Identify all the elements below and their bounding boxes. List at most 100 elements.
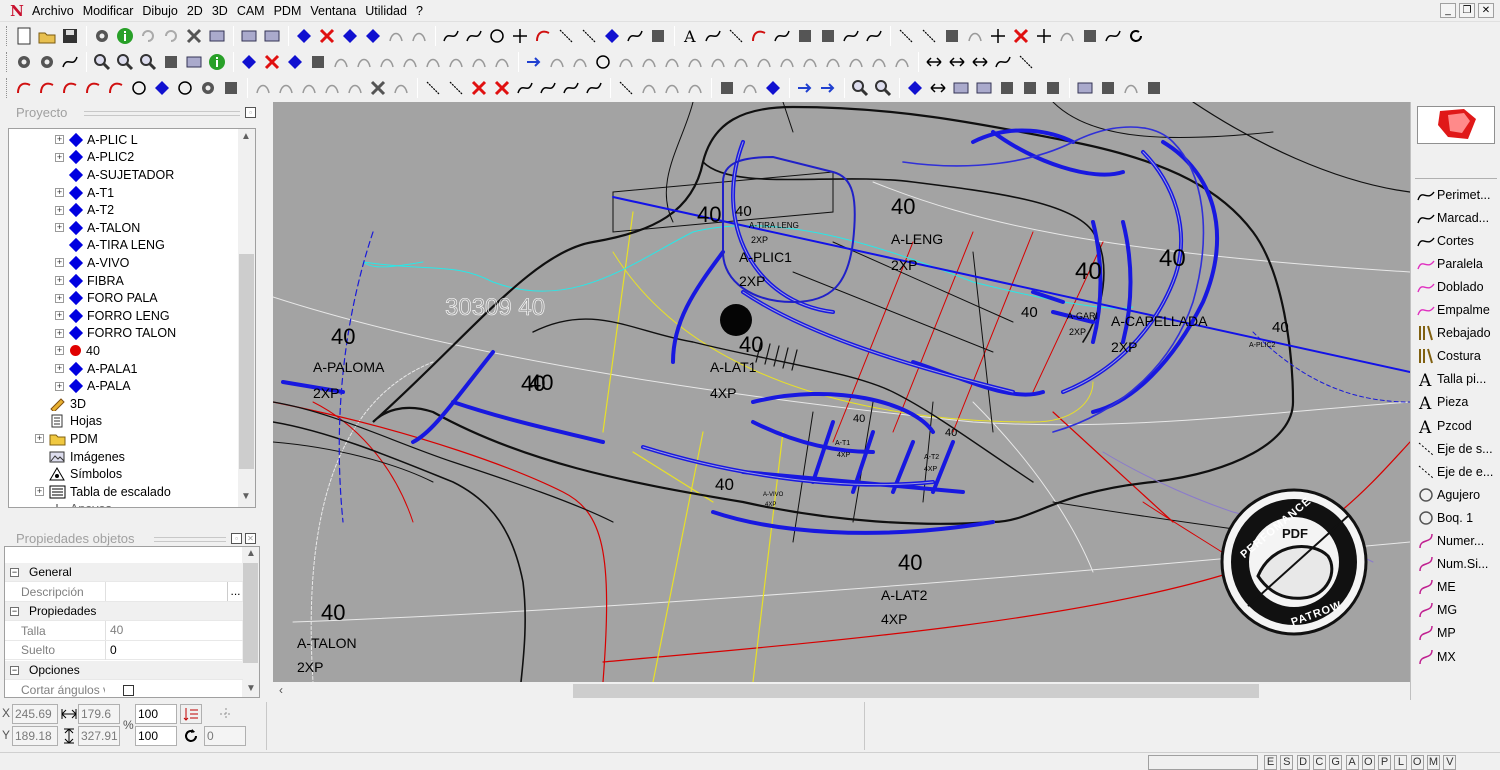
toolbar-arrows-icon[interactable] [923,51,945,73]
expand-icon[interactable]: + [55,328,64,338]
toolbar-grayc-icon[interactable] [546,51,568,73]
toolbar-curve-icon[interactable] [702,25,724,47]
toolbar-grayc-icon[interactable] [891,51,913,73]
menu-3d[interactable]: 3D [212,0,237,22]
toolbar-plus-icon[interactable] [509,25,531,47]
toolbar-A-icon[interactable]: A [679,25,701,47]
status-toggle[interactable]: O [1361,755,1375,770]
tree-item[interactable]: +40 [55,342,100,360]
menu-modificar[interactable]: Modificar [83,0,143,22]
toolbar-zoom-icon[interactable] [137,51,159,73]
toolbar-undo-icon[interactable] [160,25,182,47]
toolbar-curve-icon[interactable] [514,77,536,99]
toolbar-diamond-icon[interactable] [762,77,784,99]
pin-icon[interactable]: ▫ [231,533,242,544]
toolbar-gear-icon[interactable] [13,51,35,73]
toolbar-sq-icon[interactable] [794,25,816,47]
toolbar-zoom-icon[interactable] [872,77,894,99]
toolbar-diamond-icon[interactable] [904,77,926,99]
tree-item[interactable]: + A-T2 [55,201,114,219]
collapse-icon[interactable]: − [10,606,19,616]
expand-icon[interactable]: + [55,223,64,233]
tree-item[interactable]: + A-PLIC2 [55,149,134,167]
toolbar-grayc-icon[interactable] [422,51,444,73]
property-value[interactable]: ... [105,582,243,602]
toolbar-grayc-icon[interactable] [684,77,706,99]
toolbar-arc-icon[interactable] [532,25,554,47]
tree-item[interactable]: + Tabla de escalado [35,483,171,501]
tool-mp[interactable]: MP [1417,623,1500,644]
toolbar-curve-icon[interactable] [537,77,559,99]
toolbar-xred-icon[interactable] [1010,25,1032,47]
toolbar-curve-icon[interactable] [840,25,862,47]
toolbar-grayc-icon[interactable] [569,51,591,73]
toolbar-grayc-icon[interactable] [399,51,421,73]
toolbar-diag-icon[interactable] [918,25,940,47]
menu-2d[interactable]: 2D [187,0,212,22]
menu-help[interactable]: ? [416,0,432,22]
tree-item[interactable]: + FORRO LENG [55,307,170,325]
toolbar-plus-icon[interactable] [987,25,1009,47]
toolbar-gear-icon[interactable] [91,25,113,47]
toolbar-layers-icon[interactable] [206,25,228,47]
status-toggle[interactable]: D [1296,755,1310,770]
toolbar-layers-icon[interactable] [1074,77,1096,99]
piece-preview[interactable] [1417,106,1495,144]
toolbar-grayc-icon[interactable] [661,51,683,73]
tool-eje-de-s[interactable]: Eje de s... [1417,438,1500,459]
scale-x-field[interactable]: 100 [135,704,177,724]
toolbar-xred-icon[interactable] [261,51,283,73]
toolbar-xred-icon[interactable] [491,77,513,99]
toolbar-undo-icon[interactable] [137,25,159,47]
toolbar-diag-icon[interactable] [615,77,637,99]
toolbar-grayc-icon[interactable] [776,51,798,73]
toolbar-x-icon[interactable] [183,25,205,47]
toolbar-grayc-icon[interactable] [252,77,274,99]
property-value[interactable]: 0 [105,640,243,660]
toolbar-curve-icon[interactable] [863,25,885,47]
toolbar-diamond-icon[interactable] [601,25,623,47]
tool-boq-1[interactable]: Boq. 1 [1417,507,1500,528]
toolbar-sq-icon[interactable] [817,25,839,47]
toolbar-arc-icon[interactable] [13,77,35,99]
toolbar-save-icon[interactable] [59,25,81,47]
toolbar-zoom-icon[interactable] [114,51,136,73]
tool-me[interactable]: ME [1417,577,1500,598]
tree-item[interactable]: + A-PALA1 [55,360,138,378]
toolbar-grayc-icon[interactable] [385,25,407,47]
toolbar-gear-icon[interactable] [36,51,58,73]
toolbar-sq-icon[interactable] [160,51,182,73]
tree-item[interactable]: A-SUJETADOR [55,166,174,184]
scale-y-field[interactable]: 100 [135,726,177,746]
width-field[interactable]: 179.6 [78,704,120,724]
status-toggle[interactable]: G [1329,755,1343,770]
toolbar-layers-icon[interactable] [261,25,283,47]
scroll-left-icon[interactable]: ‹ [279,683,283,697]
toolbar-diag-icon[interactable] [725,25,747,47]
toolbar-curve-icon[interactable] [440,25,462,47]
toolbar-sq-icon[interactable] [1079,25,1101,47]
status-toggle[interactable]: V [1443,755,1457,770]
tool-mx[interactable]: MX [1417,646,1500,667]
menu-utilidad[interactable]: Utilidad [365,0,416,22]
tree-item[interactable]: Hojas [35,413,102,431]
tool-rebajado[interactable]: Rebajado [1417,323,1500,344]
toolbar-xred-icon[interactable] [316,25,338,47]
toolbar-grayc-icon[interactable] [964,25,986,47]
tree-item[interactable]: + A-VIVO [55,254,129,272]
toolbar-circle-icon[interactable] [128,77,150,99]
toolbar-grayc-icon[interactable] [868,51,890,73]
toolbar-zoom-icon[interactable] [849,77,871,99]
property-row[interactable]: Talla 40 [5,621,243,641]
grid-move-icon[interactable] [214,704,236,724]
tree-item[interactable]: + FORO PALA [55,289,158,307]
pin-icon[interactable]: ▫ [245,107,256,118]
toolbar-grayc-icon[interactable] [275,77,297,99]
tool-num-si[interactable]: Num.Si... [1417,554,1500,575]
toolbar-sq-icon[interactable] [716,77,738,99]
toolbar-rot-icon[interactable] [1125,25,1147,47]
expand-icon[interactable]: + [55,152,64,162]
tree-item[interactable]: Apoyos [35,501,112,507]
property-group[interactable]: − General [5,563,243,582]
toolbar-bluearr-icon[interactable] [794,77,816,99]
